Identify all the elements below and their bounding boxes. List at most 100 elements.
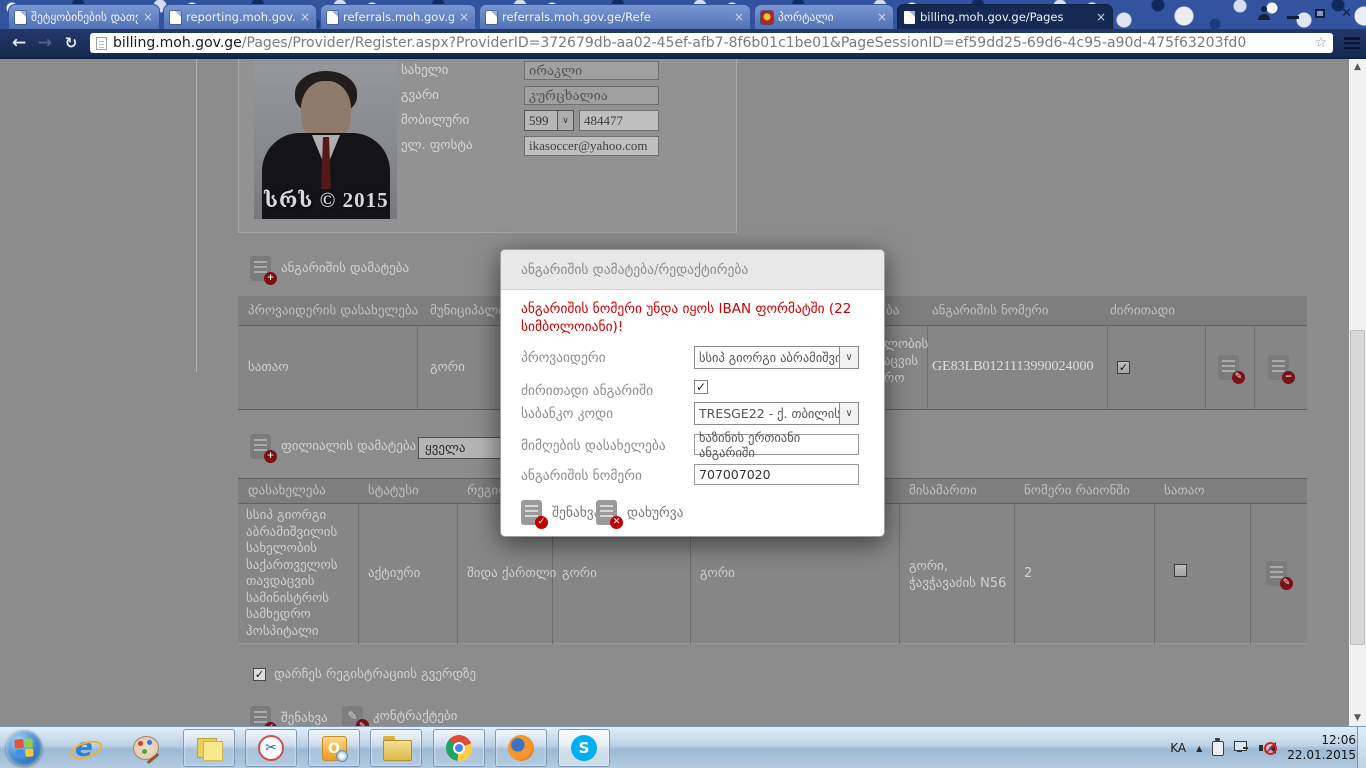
portal-emblem-favicon: [761, 11, 773, 24]
modal-save-button[interactable]: ✓ შენახვა: [521, 500, 601, 525]
bookmark-star-icon[interactable]: ☆: [1314, 35, 1327, 51]
chevron-down-icon: ∨: [839, 347, 858, 368]
mobile-label: მობილური: [401, 113, 469, 128]
tab-label: billing.moh.gov.ge/Pages: [920, 10, 1091, 24]
show-desktop-button[interactable]: [1357, 727, 1366, 768]
firefox-icon: [508, 735, 534, 761]
modal-header: ანგარიშის დამატება/რედაქტირება: [501, 250, 884, 290]
bank-code-label: საბანკო კოდი: [521, 406, 613, 422]
sidebar-divider: [196, 59, 197, 372]
taskbar-stickynotes-button[interactable]: [183, 729, 235, 767]
tab-close-icon[interactable]: ×: [1096, 11, 1106, 23]
taskbar-explorer-button[interactable]: [370, 729, 422, 767]
bank-code-select[interactable]: TRESGE22 - ქ. თბილისი,∨: [694, 402, 859, 425]
clipboard-tray-icon[interactable]: [1212, 741, 1224, 756]
network-tray-icon[interactable]: [1234, 741, 1249, 755]
taskbar-chrome-button[interactable]: [433, 729, 485, 767]
page-favicon: [170, 11, 181, 24]
page-scrollbar[interactable]: ▲ ▼: [1349, 59, 1366, 726]
clock[interactable]: 12:06 22.01.2015: [1287, 733, 1356, 763]
account-number-input[interactable]: 707007020: [694, 464, 859, 485]
surname-label: გვარი: [401, 88, 439, 103]
check-badge-icon: ✓: [535, 516, 548, 529]
tab-referrals-1[interactable]: referrals.moh.gov.ge/Refe ×: [320, 4, 476, 29]
start-button[interactable]: [6, 730, 42, 766]
tab-close-icon[interactable]: ×: [877, 11, 887, 23]
reload-icon[interactable]: ↻: [58, 34, 84, 52]
cell-municipality: გორი: [562, 566, 597, 581]
tab-portal[interactable]: პორტალი ×: [754, 4, 894, 29]
chevron-down-icon: ∨: [557, 111, 573, 130]
mobile-prefix-select[interactable]: 599∨: [524, 110, 574, 131]
x-badge-icon: ✕: [610, 516, 623, 529]
add-document-icon: +: [250, 434, 271, 459]
col-address: მისამართი: [909, 484, 977, 499]
volume-muted-icon[interactable]: [1259, 741, 1277, 756]
back-icon[interactable]: ←: [6, 33, 32, 53]
col-status: სტატუსი: [368, 484, 419, 499]
tray-expand-icon[interactable]: ▲: [1196, 744, 1202, 753]
edit-branch-icon[interactable]: ✎: [1266, 561, 1287, 586]
email-field[interactable]: ikasoccer@yahoo.com: [524, 136, 659, 156]
name-label: სახელი: [401, 63, 448, 78]
tab-close-icon[interactable]: ×: [459, 11, 469, 23]
tab-label: reporting.moh.gov.ge/Rep: [186, 10, 295, 24]
provider-select[interactable]: სსიპ გიორგი აბრამიშვილ∨: [694, 346, 859, 369]
taskbar-ie-button[interactable]: e: [58, 729, 110, 767]
forward-icon[interactable]: →: [32, 33, 58, 53]
cell-municipality: გორი: [430, 360, 465, 375]
taskbar-firefox-button[interactable]: [495, 729, 547, 767]
page-favicon: [904, 11, 915, 24]
profile-avatar-icon[interactable]: [1257, 6, 1271, 20]
page-favicon: [327, 11, 338, 24]
restore-icon[interactable]: [1315, 9, 1325, 18]
taskbar-outlook-button[interactable]: O: [308, 729, 360, 767]
tab-close-icon[interactable]: ×: [143, 11, 153, 23]
main-account-checkbox[interactable]: [1117, 361, 1130, 374]
minus-badge-icon: −: [1282, 371, 1295, 384]
save-page-button[interactable]: ✓ შენახვა: [250, 706, 328, 726]
add-branch-button[interactable]: + ფილიალის დამატება: [250, 434, 416, 459]
tab-label: referrals.moh.gov.ge/Refe: [502, 10, 729, 24]
head-office-checkbox[interactable]: [1174, 564, 1187, 577]
tab-notifications[interactable]: შეტყობინების დათვალ ×: [8, 4, 160, 29]
scroll-up-icon[interactable]: ▲: [1349, 59, 1366, 75]
account-number-label: ანგარიშის ნომერი: [521, 468, 642, 484]
cell-recipient-fragment: რო: [884, 370, 905, 387]
col-head: სათაო: [1164, 484, 1205, 499]
tab-close-icon[interactable]: ×: [734, 11, 744, 23]
tab-referrals-2[interactable]: referrals.moh.gov.ge/Refe ×: [479, 4, 751, 29]
minimize-icon[interactable]: [1287, 16, 1299, 19]
address-bar[interactable]: billing.moh.gov.ge/Pages/Provider/Regist…: [90, 33, 1333, 53]
close-document-icon: ✕: [596, 500, 617, 525]
mobile-number-field[interactable]: 484477: [579, 110, 659, 131]
stay-on-page-checkbox[interactable]: [253, 668, 266, 681]
contracts-button[interactable]: ✎✎ კონტრაქტები: [342, 706, 457, 726]
outlook-icon: O: [322, 736, 347, 761]
pencil-badge-icon: ✎: [356, 719, 369, 726]
recipient-input[interactable]: ხაზინის ერთიანი ანგარიში: [694, 434, 859, 455]
col-main: ძირითადი: [1110, 303, 1175, 318]
scroll-down-icon[interactable]: ▼: [1349, 710, 1366, 726]
tab-billing-active[interactable]: billing.moh.gov.ge/Pages ×: [897, 4, 1113, 29]
add-account-button[interactable]: + ანგარიშის დამატება: [250, 256, 409, 281]
account-modal: ანგარიშის დამატება/რედაქტირება ანგარიშის…: [500, 249, 885, 537]
delete-account-icon[interactable]: −: [1268, 355, 1289, 380]
taskbar-snipping-button[interactable]: ✂: [245, 729, 297, 767]
chrome-icon: [446, 735, 472, 761]
taskbar-skype-button[interactable]: S: [558, 729, 610, 767]
url-text[interactable]: billing.moh.gov.ge/Pages/Provider/Regist…: [113, 35, 1308, 51]
edit-account-icon[interactable]: ✎: [1218, 355, 1239, 380]
taskbar-paint-button[interactable]: [120, 729, 172, 767]
scrollbar-thumb[interactable]: [1350, 330, 1365, 645]
language-indicator[interactable]: KA: [1170, 741, 1186, 755]
chrome-menu-icon[interactable]: [1344, 37, 1360, 49]
close-icon[interactable]: ✕: [1341, 6, 1352, 21]
screen: შეტყობინების დათვალ × reporting.moh.gov.…: [0, 0, 1366, 768]
tab-label: პორტალი: [778, 10, 872, 24]
modal-close-button[interactable]: ✕ დახურვა: [596, 500, 684, 525]
main-account-modal-checkbox[interactable]: [694, 380, 708, 394]
tab-reporting[interactable]: reporting.moh.gov.ge/Rep ×: [163, 4, 317, 29]
window-controls: ✕: [1257, 5, 1352, 21]
tab-close-icon[interactable]: ×: [300, 11, 310, 23]
